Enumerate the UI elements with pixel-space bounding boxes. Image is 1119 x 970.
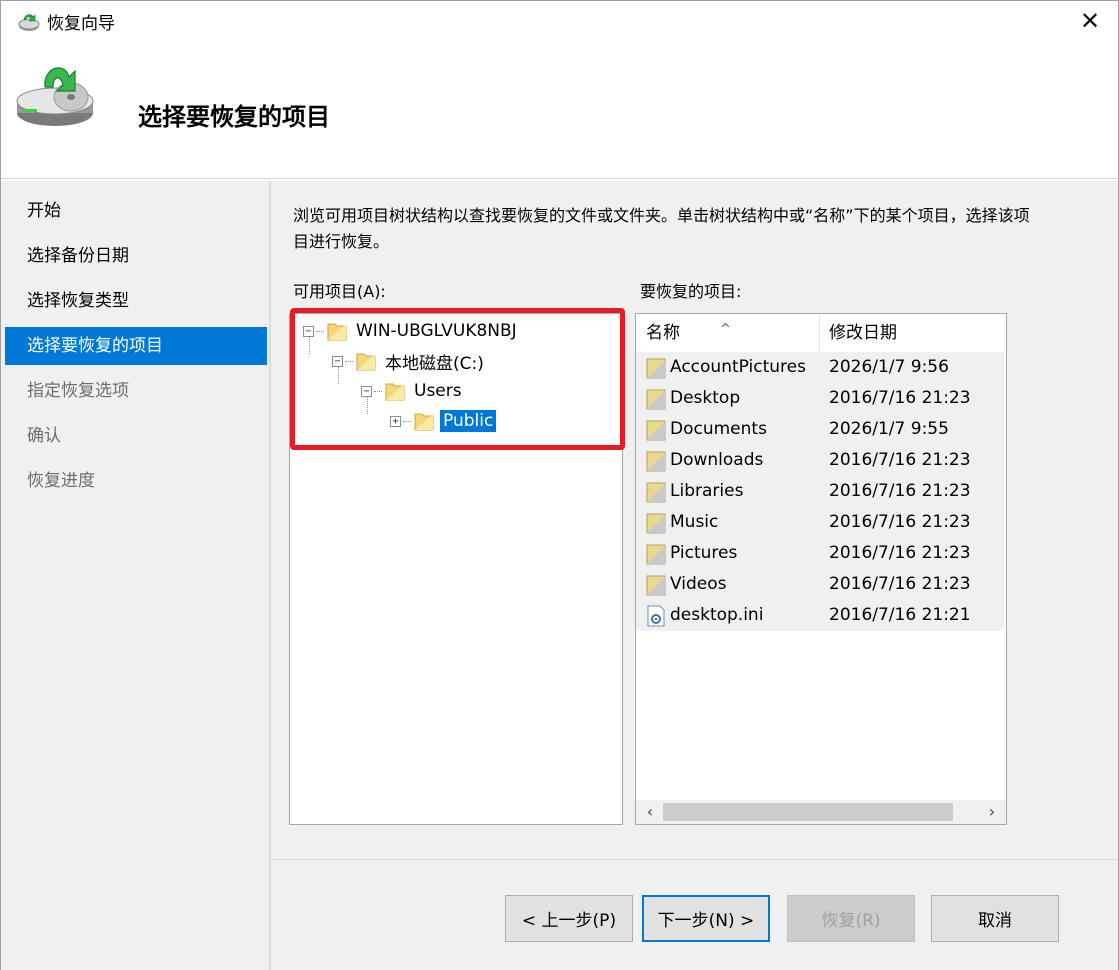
tree-dots <box>316 330 324 332</box>
restore-wizard-window: 恢复向导 ✕ 选择要恢复的项目 开始 选择备份日期 选择恢复类型 选择要恢复的项… <box>0 0 1119 970</box>
item-name: Documents <box>670 419 767 439</box>
item-date: 2016/7/16 21:23 <box>829 543 971 563</box>
list-item[interactable]: desktop.ini 2016/7/16 21:21 <box>636 600 1004 631</box>
list-item[interactable]: Pictures 2016/7/16 21:23 <box>636 538 1004 569</box>
item-name: Downloads <box>670 450 764 470</box>
close-button[interactable]: ✕ <box>1062 1 1118 41</box>
nav-step-select-items[interactable]: 选择要恢复的项目 <box>5 327 267 365</box>
instructions-text: 浏览可用项目树状结构以查找要恢复的文件或文件夹。单击树状结构中或“名称”下的某个… <box>293 206 1030 251</box>
collapse-icon[interactable]: − <box>303 325 314 337</box>
main-content: 浏览可用项目树状结构以查找要恢复的文件或文件夹。单击树状结构中或“名称”下的某个… <box>271 181 1118 859</box>
items-to-restore-list[interactable]: ^ 名称 修改日期 AccountPictures 2026/1/7 9:56 … <box>635 313 1007 825</box>
wizard-button-bar: < 上一步(P) 下一步(N) > 恢复(R) 取消 <box>271 859 1118 970</box>
column-header-name[interactable]: ^ 名称 <box>636 314 820 352</box>
item-name: Videos <box>670 574 727 594</box>
folder-icon <box>646 513 666 534</box>
item-name: Libraries <box>670 481 744 501</box>
settings-file-icon <box>647 605 665 627</box>
item-date: 2016/7/16 21:23 <box>829 388 971 408</box>
tree-node-label[interactable]: Users <box>411 380 465 402</box>
nav-step-start[interactable]: 开始 <box>5 192 267 230</box>
folder-icon <box>327 323 347 341</box>
list-item[interactable]: Videos 2016/7/16 21:23 <box>636 569 1004 600</box>
folder-icon <box>646 358 666 379</box>
tree-dots <box>403 420 411 422</box>
folder-icon <box>646 575 666 596</box>
list-item[interactable]: Libraries 2016/7/16 21:23 <box>636 476 1004 507</box>
list-item[interactable]: Documents 2026/1/7 9:55 <box>636 414 1004 445</box>
available-items-label: 可用项目(A): <box>293 282 386 301</box>
item-date: 2016/7/16 21:23 <box>829 512 971 532</box>
tree-node-computer[interactable]: − WIN-UBGLVUK8NBJ <box>303 318 520 344</box>
nav-step-confirm: 确认 <box>27 426 61 446</box>
scrollbar-thumb[interactable] <box>663 803 953 821</box>
tree-dots <box>374 390 382 392</box>
list-item[interactable]: Desktop 2016/7/16 21:23 <box>636 383 1004 414</box>
item-date: 2026/1/7 9:55 <box>829 419 949 439</box>
cancel-button[interactable]: 取消 <box>931 895 1059 942</box>
folder-icon <box>414 413 434 431</box>
folder-icon <box>356 353 376 371</box>
tree-node-label[interactable]: 本地磁盘(C:) <box>382 348 487 375</box>
nav-step-select-recovery-type[interactable]: 选择恢复类型 <box>5 282 267 320</box>
column-header-modified-date[interactable]: 修改日期 <box>821 314 1006 352</box>
expand-icon[interactable]: + <box>390 415 401 427</box>
tree-node-label[interactable]: WIN-UBGLVUK8NBJ <box>353 320 520 342</box>
wizard-header: 选择要恢复的项目 <box>1 41 1118 179</box>
next-button[interactable]: 下一步(N) > <box>642 895 770 942</box>
item-name: AccountPictures <box>670 357 806 377</box>
item-name: Pictures <box>670 543 738 563</box>
folder-icon <box>385 383 405 401</box>
nav-step-recovery-options: 指定恢复选项 <box>27 381 129 401</box>
list-item[interactable]: Downloads 2016/7/16 21:23 <box>636 445 1004 476</box>
nav-step-select-backup-date[interactable]: 选择备份日期 <box>5 237 267 275</box>
page-title: 选择要恢复的项目 <box>138 103 330 131</box>
list-item[interactable]: AccountPictures 2026/1/7 9:56 <box>636 352 1004 383</box>
folder-icon <box>646 544 666 565</box>
backup-restore-icon <box>15 57 95 129</box>
sort-ascending-icon: ^ <box>720 322 731 337</box>
tree-node-public[interactable]: + Public <box>390 408 497 434</box>
item-name: desktop.ini <box>670 605 764 625</box>
folder-icon <box>646 420 666 441</box>
tree-node-local-disk[interactable]: − 本地磁盘(C:) <box>332 348 487 374</box>
list-item[interactable]: Music 2016/7/16 21:23 <box>636 507 1004 538</box>
folder-icon <box>646 389 666 410</box>
backup-restore-icon <box>17 10 41 32</box>
column-header-label: 名称 <box>646 323 680 343</box>
scroll-right-icon[interactable]: › <box>982 801 1002 823</box>
back-button[interactable]: < 上一步(P) <box>505 895 633 942</box>
collapse-icon[interactable]: − <box>361 385 372 397</box>
wizard-step-nav: 开始 选择备份日期 选择恢复类型 选择要恢复的项目 指定恢复选项 确认 恢复进度 <box>1 181 269 970</box>
tree-node-label[interactable]: Public <box>440 410 497 432</box>
item-date: 2016/7/16 21:23 <box>829 450 971 470</box>
collapse-icon[interactable]: − <box>332 355 343 367</box>
folder-icon <box>646 451 666 472</box>
title-bar: 恢复向导 ✕ <box>1 1 1118 41</box>
item-date: 2016/7/16 21:23 <box>829 574 971 594</box>
item-date: 2016/7/16 21:23 <box>829 481 971 501</box>
window-title: 恢复向导 <box>47 14 115 34</box>
item-date: 2026/1/7 9:56 <box>829 357 949 377</box>
item-name: Desktop <box>670 388 741 408</box>
available-items-tree[interactable]: − WIN-UBGLVUK8NBJ − 本地磁盘(C:) − Users + P… <box>289 313 623 825</box>
nav-step-progress: 恢复进度 <box>27 471 95 491</box>
restore-button: 恢复(R) <box>787 895 915 942</box>
horizontal-scrollbar[interactable]: ‹ › <box>636 800 1006 824</box>
folder-icon <box>646 482 666 503</box>
item-date: 2016/7/16 21:21 <box>829 605 971 625</box>
item-name: Music <box>670 512 719 532</box>
items-to-restore-label: 要恢复的项目: <box>640 282 742 301</box>
scroll-left-icon[interactable]: ‹ <box>640 801 660 823</box>
tree-dots <box>345 360 353 362</box>
list-header: ^ 名称 修改日期 <box>636 314 1006 352</box>
tree-node-users[interactable]: − Users <box>361 378 465 404</box>
